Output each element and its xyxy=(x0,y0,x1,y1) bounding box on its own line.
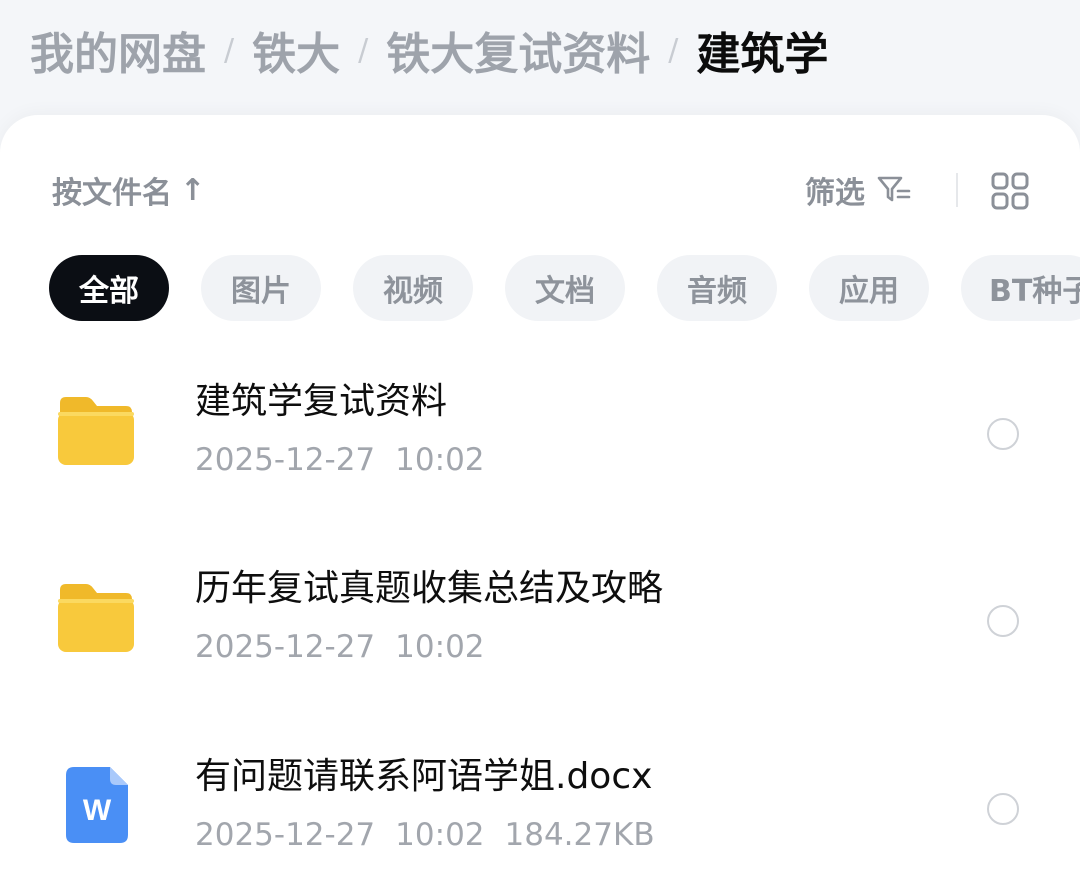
grid-view-icon[interactable] xyxy=(990,171,1030,211)
breadcrumb-separator: / xyxy=(668,32,679,68)
chip-documents[interactable]: 文档 xyxy=(505,255,625,321)
chip-bt-torrents[interactable]: BT种子 xyxy=(961,255,1080,321)
folder-icon xyxy=(58,584,134,652)
file-time: 10:02 xyxy=(395,442,485,478)
file-name: 有问题请联系阿语学姐.docx xyxy=(195,756,653,797)
breadcrumb-item-my-drive[interactable]: 我的网盘 xyxy=(30,18,206,82)
list-toolbar: 按文件名 ↑ 筛选 xyxy=(0,165,1080,215)
file-name: 历年复试真题收集总结及攻略 xyxy=(195,568,664,609)
select-radio[interactable] xyxy=(987,418,1019,450)
svg-text:W: W xyxy=(83,794,112,827)
chip-apps[interactable]: 应用 xyxy=(809,255,929,321)
chip-videos[interactable]: 视频 xyxy=(353,255,473,321)
file-date: 2025-12-27 xyxy=(195,442,376,478)
breadcrumb-item-retest-materials[interactable]: 铁大复试资料 xyxy=(386,18,650,82)
chip-images[interactable]: 图片 xyxy=(201,255,321,321)
filter-icon xyxy=(877,176,911,202)
breadcrumb: 我的网盘 / 铁大 / 铁大复试资料 / 建筑学 xyxy=(30,20,828,80)
type-filter-chips: 全部 图片 视频 文档 音频 应用 BT种子 xyxy=(0,255,1080,321)
file-name: 建筑学复试资料 xyxy=(195,381,448,422)
sort-arrow-icon: ↑ xyxy=(180,172,206,208)
sort-button[interactable]: 按文件名 ↑ xyxy=(52,165,205,215)
file-meta: 2025-12-27 10:02 xyxy=(195,440,505,480)
filter-label: 筛选 xyxy=(805,176,865,211)
file-row[interactable]: 建筑学复试资料 2025-12-27 10:02 xyxy=(0,380,1080,530)
select-radio[interactable] xyxy=(987,793,1019,825)
folder-icon xyxy=(58,397,134,465)
chip-audio[interactable]: 音频 xyxy=(657,255,777,321)
file-meta: 2025-12-27 10:02 184.27KB xyxy=(195,815,675,855)
sort-label: 按文件名 xyxy=(52,176,172,211)
file-date: 2025-12-27 xyxy=(195,817,376,853)
file-time: 10:02 xyxy=(395,629,485,665)
select-radio[interactable] xyxy=(987,605,1019,637)
breadcrumb-item-tieda[interactable]: 铁大 xyxy=(252,18,340,82)
filter-button[interactable]: 筛选 xyxy=(805,165,911,215)
breadcrumb-separator: / xyxy=(358,32,369,68)
file-row[interactable]: W 有问题请联系阿语学姐.docx 2025-12-27 10:02 184.27K… xyxy=(0,755,1080,895)
file-time: 10:02 xyxy=(395,817,485,853)
file-date: 2025-12-27 xyxy=(195,629,376,665)
breadcrumb-current: 建筑学 xyxy=(696,29,829,80)
file-row[interactable]: 历年复试真题收集总结及攻略 2025-12-27 10:02 xyxy=(0,567,1080,717)
word-doc-icon: W xyxy=(66,767,128,843)
toolbar-divider xyxy=(956,173,958,207)
breadcrumb-separator: / xyxy=(224,32,235,68)
file-meta: 2025-12-27 10:02 xyxy=(195,627,505,667)
file-list-panel: 按文件名 ↑ 筛选 全部 图片 视频 文档 音频 应用 BT种子 建筑学复试资料… xyxy=(0,115,1080,895)
file-size: 184.27KB xyxy=(504,817,655,853)
chip-all[interactable]: 全部 xyxy=(49,255,169,321)
